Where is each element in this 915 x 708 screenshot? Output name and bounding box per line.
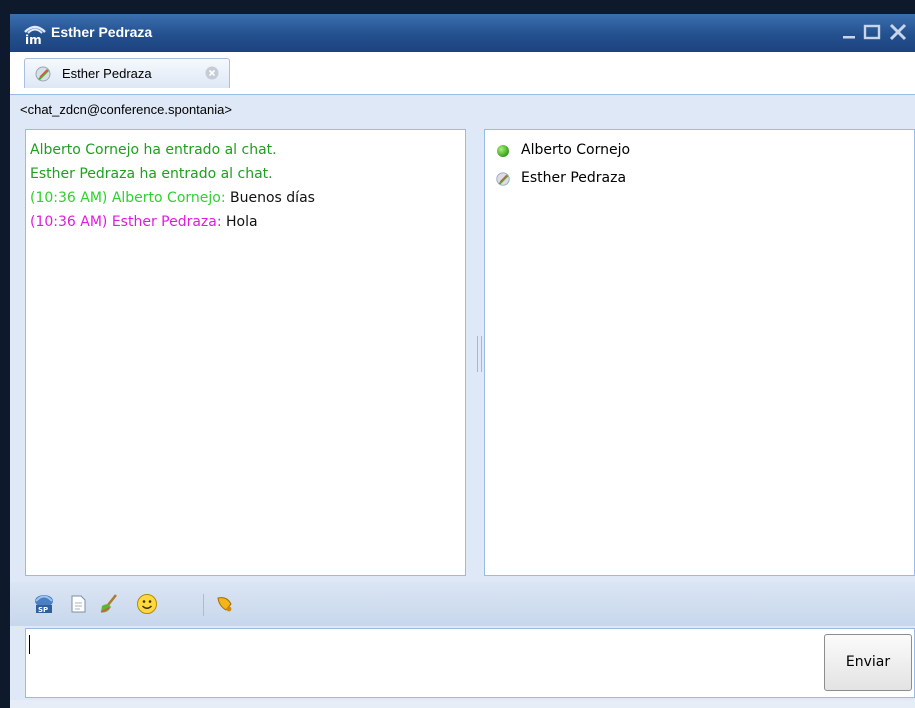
svg-text:SP: SP	[38, 606, 48, 614]
tab-strip: Esther Pedraza	[10, 52, 915, 95]
participant-name: Alberto Cornejo	[521, 142, 631, 158]
tab-esther-pedraza[interactable]: Esther Pedraza	[24, 58, 230, 88]
svg-text:im: im	[25, 33, 42, 46]
participant-name: Esther Pedraza	[521, 170, 627, 186]
message-text: Hola	[221, 214, 258, 230]
message-sender: (10:36 AM) Esther Pedraza:	[30, 214, 222, 230]
maximize-icon[interactable]	[862, 22, 882, 42]
system-message: Esther Pedraza ha entrado al chat.	[30, 166, 273, 182]
chat-window: im Esther Pedraza Esther Pedraza <chat_z…	[0, 0, 915, 708]
participant-alberto-cornejo[interactable]: Alberto Cornejo	[485, 140, 914, 168]
participant-list: Alberto Cornejo Esther Pedraza	[484, 129, 915, 576]
chat-transcript[interactable]: Alberto Cornejo ha entrado al chat. Esth…	[25, 129, 466, 576]
room-address: <chat_zdcn@conference.spontania>	[20, 102, 232, 117]
system-message: Alberto Cornejo ha entrado al chat.	[30, 142, 277, 158]
feather-user-icon	[35, 66, 51, 82]
share-screen-icon[interactable]: SP	[32, 592, 56, 616]
text-caret	[29, 635, 30, 654]
main-panel: Esther Pedraza <chat_zdcn@conference.spo…	[10, 52, 915, 702]
participant-esther-pedraza[interactable]: Esther Pedraza	[485, 168, 914, 196]
minimize-icon[interactable]	[840, 22, 860, 42]
send-button[interactable]: Enviar	[824, 634, 912, 691]
document-icon[interactable]	[66, 592, 90, 616]
chat-message: (10:36 AM) Alberto Cornejo: Buenos días	[30, 186, 465, 210]
brush-icon[interactable]	[98, 592, 122, 616]
tab-close-icon[interactable]	[205, 66, 219, 80]
message-input[interactable]: Enviar	[25, 628, 915, 698]
message-text: Buenos días	[225, 190, 315, 206]
bell-icon[interactable]	[213, 592, 237, 616]
smiley-icon[interactable]	[135, 592, 159, 616]
tab-label: Esther Pedraza	[62, 66, 152, 81]
green-status-icon	[497, 145, 509, 157]
toolbar-separator	[203, 594, 204, 616]
message-sender: (10:36 AM) Alberto Cornejo:	[30, 190, 226, 206]
title-bar[interactable]: im Esther Pedraza	[10, 14, 915, 53]
im-app-icon: im	[24, 25, 46, 46]
chat-message: (10:36 AM) Esther Pedraza: Hola	[30, 210, 465, 234]
message-toolbar: SP	[10, 582, 915, 626]
close-icon[interactable]	[888, 22, 908, 42]
pane-splitter[interactable]	[477, 336, 482, 372]
window-bottom-edge	[10, 700, 915, 708]
feather-user-icon	[496, 172, 510, 186]
window-title: Esther Pedraza	[51, 24, 153, 40]
